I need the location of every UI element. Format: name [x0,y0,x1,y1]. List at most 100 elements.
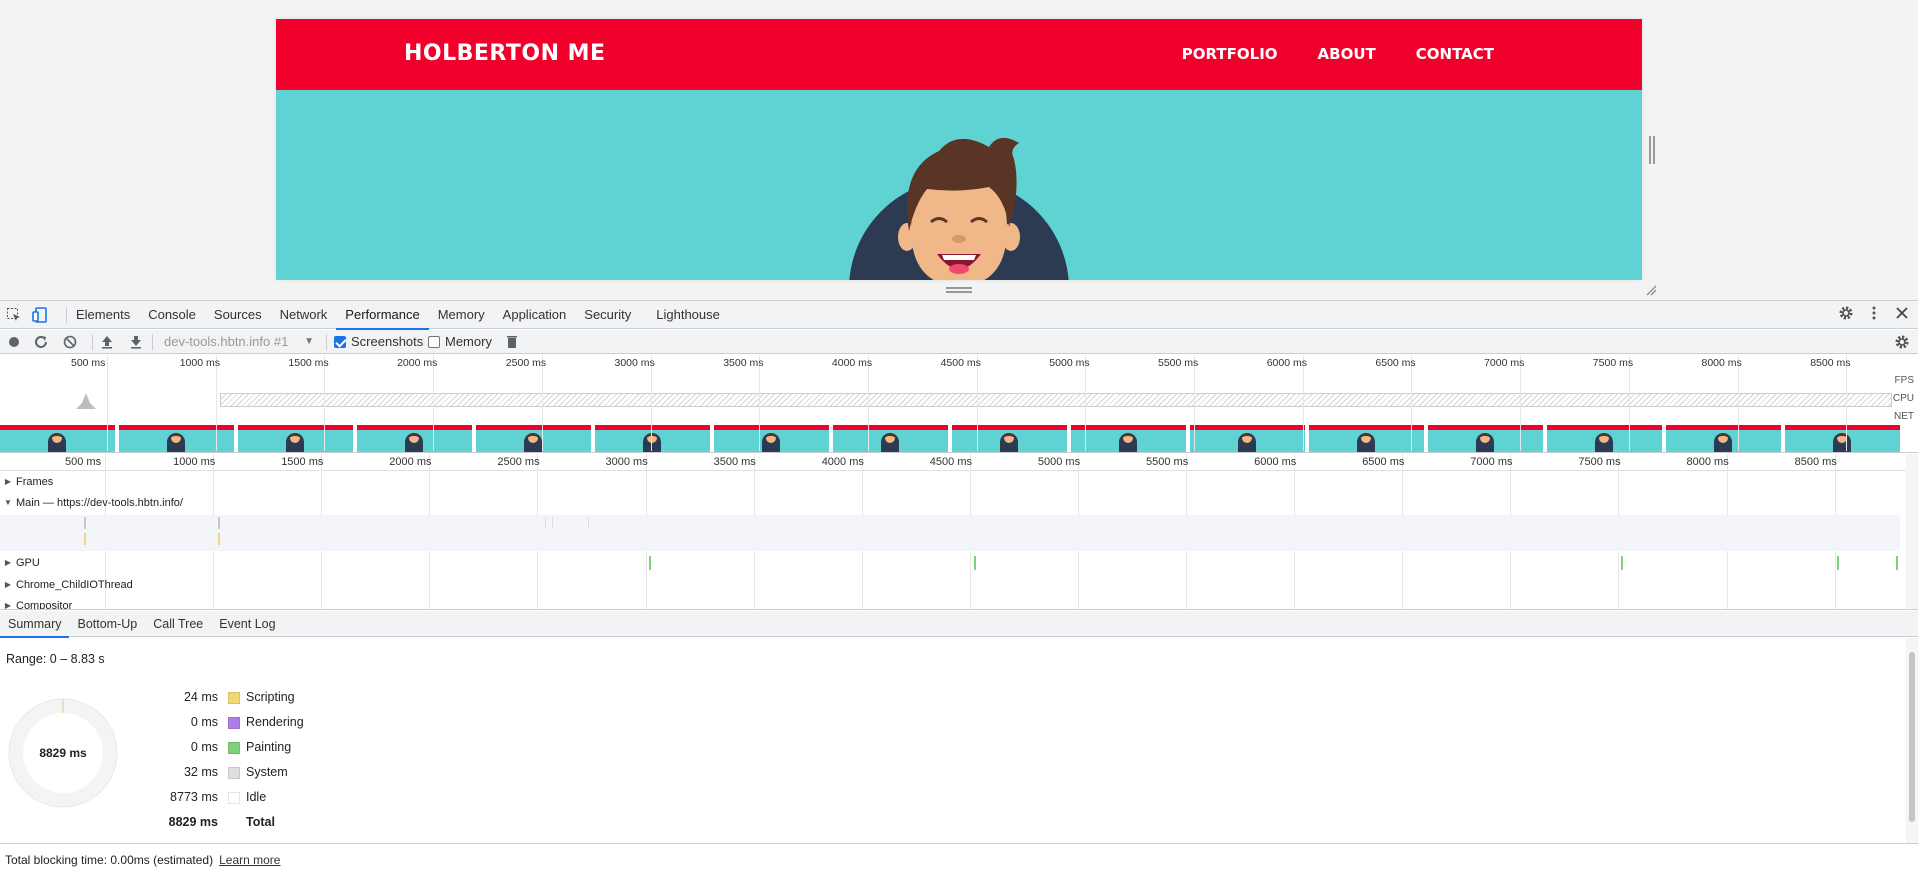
task-marker[interactable] [218,517,220,529]
screenshot-thumbnail[interactable] [0,425,115,452]
memory-checkbox-box[interactable] [428,335,440,348]
tab-memory[interactable]: Memory [429,301,494,329]
script-marker[interactable] [84,533,86,545]
more-options-icon[interactable] [1866,305,1882,321]
main-thread-rows[interactable] [0,515,1900,551]
summary-scrollbar[interactable] [1906,638,1918,843]
tab-call-tree[interactable]: Call Tree [145,611,211,637]
thumb-face [528,433,538,443]
task-marker[interactable] [84,517,86,529]
tab-sources[interactable]: Sources [205,301,271,329]
screenshot-thumbnail[interactable] [476,425,591,452]
legend-name: Rendering [246,715,304,729]
thumb-face [766,433,776,443]
inspect-element-icon[interactable] [6,307,22,323]
expand-arrow-icon[interactable]: ▶ [0,601,16,609]
nav-about-link[interactable]: ABOUT [1318,45,1376,63]
expand-arrow-icon[interactable]: ▶ [0,580,16,589]
tab-performance[interactable]: Performance [336,301,430,330]
device-toolbar-icon[interactable] [32,307,48,323]
tab-summary[interactable]: Summary [0,611,70,638]
timeline-overview[interactable]: FPS CPU NET 500 ms 1000 ms 1500 ms 2000 ms 2… [0,355,1918,453]
capture-settings-gear-icon[interactable] [1894,334,1910,350]
legend-row-system: 32 ms System [140,765,360,785]
nav-contact-link[interactable]: CONTACT [1416,45,1494,63]
screenshot-thumbnail[interactable] [119,425,234,452]
screenshot-thumbnail[interactable] [952,425,1067,452]
tab-bottom-up[interactable]: Bottom-Up [69,611,145,637]
script-marker[interactable] [218,533,220,545]
screenshots-checkbox[interactable]: Screenshots [334,334,423,349]
learn-more-link[interactable]: Learn more [219,853,280,867]
flame-tick-label: 6500 ms [1362,456,1405,468]
task-marker[interactable] [552,517,553,529]
recording-select[interactable]: dev-tools.hbtn.info #1 ▼ [158,333,318,351]
overview-grid-line [1628,355,1630,451]
legend-row-scripting: 24 ms Scripting [140,690,360,710]
screenshot-thumbnail[interactable] [714,425,829,452]
flame-tick-label: 500 ms [65,456,102,468]
screenshot-thumbnail[interactable] [1666,425,1781,452]
gpu-event[interactable] [1837,556,1839,570]
thumb-face [1242,433,1252,443]
overview-grid-line [1520,355,1522,451]
gpu-event[interactable] [1896,556,1898,570]
record-icon[interactable] [6,334,22,350]
track-frames[interactable]: ▶ Frames [0,471,1900,492]
screenshot-thumbnail[interactable] [595,425,710,452]
viewport-resize-handle-bottom[interactable] [946,287,972,293]
close-devtools-icon[interactable] [1894,305,1910,321]
nav-portfolio-link[interactable]: PORTFOLIO [1182,45,1278,63]
viewport-resize-handle-right[interactable] [1649,136,1655,164]
overview-tick-label: 1500 ms [288,357,329,369]
summary-scroll-thumb[interactable] [1909,652,1915,822]
tab-lighthouse[interactable]: Lighthouse [647,301,729,329]
expand-arrow-icon[interactable]: ▶ [0,558,16,567]
flame-scrollbar[interactable] [1906,454,1918,609]
task-marker[interactable] [588,517,589,529]
screenshot-thumbnail[interactable] [1428,425,1543,452]
expand-arrow-icon[interactable]: ▶ [0,477,16,486]
thumb-face [1599,433,1609,443]
save-profile-icon[interactable] [128,334,144,350]
screenshot-thumbnail[interactable] [238,425,353,452]
trash-icon[interactable] [504,334,520,350]
cpu-usage-bar [220,393,1892,407]
screenshot-thumbnail[interactable] [357,425,472,452]
track-compositor[interactable]: ▶ Compositor [0,595,1900,610]
memory-checkbox[interactable]: Memory [428,334,492,349]
screenshot-thumbnail[interactable] [1071,425,1186,452]
total-blocking-time: Total blocking time: 0.00ms (estimated) [5,853,214,867]
reload-record-icon[interactable] [33,334,49,350]
site-logo[interactable]: HOLBERTON ME [404,41,606,66]
tab-security[interactable]: Security [575,301,640,329]
settings-gear-icon[interactable] [1838,305,1854,321]
viewport-resize-corner[interactable] [1645,284,1657,296]
gpu-event[interactable] [649,556,651,570]
track-io-thread[interactable]: ▶ Chrome_ChildIOThread [0,574,1900,595]
load-profile-icon[interactable] [99,334,115,350]
devtools-tabs: Elements Console Sources Network Perform… [66,301,729,330]
screenshot-thumbnail[interactable] [1547,425,1662,452]
tab-network[interactable]: Network [271,301,337,329]
screenshots-checkbox-box[interactable] [334,335,346,348]
track-gpu[interactable]: ▶ GPU [0,552,1900,573]
collapse-arrow-icon[interactable]: ▼ [0,498,16,507]
gpu-event[interactable] [974,556,976,570]
task-marker[interactable] [545,517,546,529]
screenshot-thumbnail[interactable] [1309,425,1424,452]
overview-grid-line [1085,355,1087,451]
tab-event-log[interactable]: Event Log [211,611,283,637]
screenshot-thumbnail[interactable] [833,425,948,452]
screenshot-thumbnail[interactable] [1190,425,1305,452]
screenshot-thumbnail[interactable] [1785,425,1900,452]
clear-icon[interactable] [62,334,78,350]
tab-elements[interactable]: Elements [67,301,139,329]
screenshot-filmstrip[interactable] [0,425,1910,452]
flame-tick-label: 6000 ms [1254,456,1297,468]
tab-console[interactable]: Console [139,301,205,329]
gpu-event[interactable] [1621,556,1623,570]
tab-application[interactable]: Application [494,301,576,329]
flame-chart[interactable]: 500 ms 1000 ms 1500 ms 2000 ms 2500 ms 3000 m… [0,454,1918,610]
track-main[interactable]: ▼ Main — https://dev-tools.hbtn.info/ [0,492,1900,513]
